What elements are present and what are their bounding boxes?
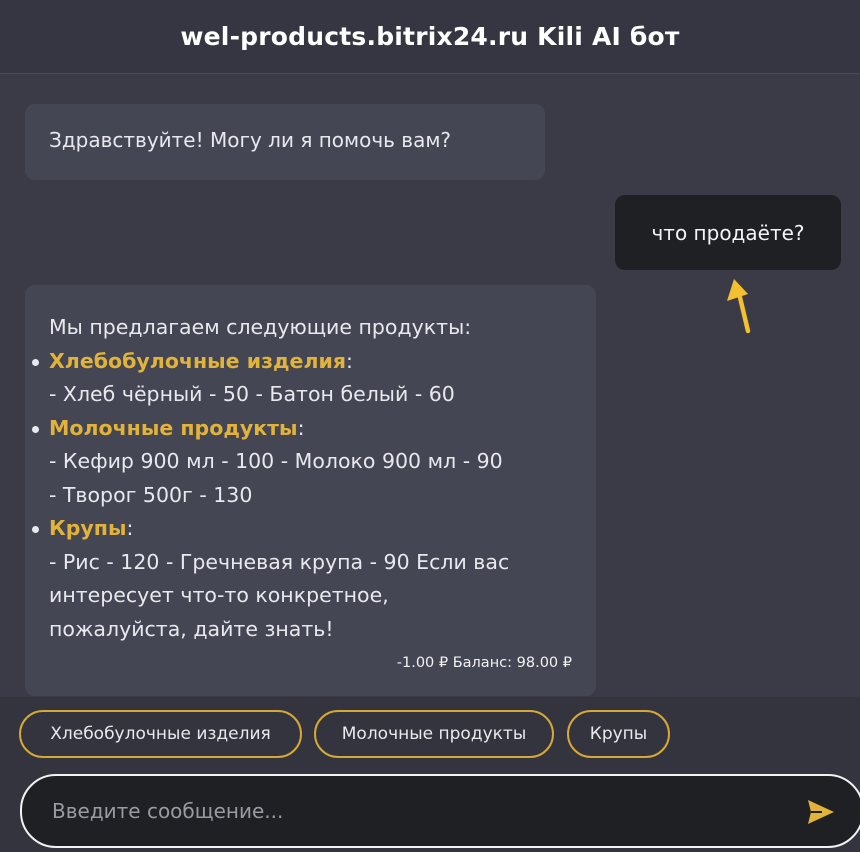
category-line: интересует что-то конкретное, (49, 583, 389, 607)
category-line: - Кефир 900 мл - 100 - Молоко 900 мл - 9… (49, 449, 503, 473)
message-composer (0, 767, 860, 852)
category-name: Крупы (49, 516, 127, 540)
category-line: - Рис - 120 - Гречневая крупа - 90 Если … (49, 549, 510, 574)
message-input[interactable] (52, 776, 752, 846)
category-name: Молочные продукты (49, 415, 298, 440)
quick-replies-bar: Хлебобулочные изделия Молочные продукты … (0, 697, 860, 767)
chat-history[interactable]: Здравствуйте! Могу ли я помочь вам? что … (0, 75, 860, 696)
bot-intro-text: Мы предлагаем следующие продукты: (49, 315, 472, 339)
quick-reply-bakery[interactable]: Хлебобулочные изделия (19, 710, 302, 758)
user-message: что продаёте? (615, 195, 841, 270)
category-line: - Хлеб чёрный - 50 - Батон белый - 60 (49, 382, 455, 406)
product-category-list: Хлебобулочные изделия: - Хлеб чёрный - 5… (32, 345, 572, 647)
user-message-text: что продаёте? (651, 220, 805, 245)
category-item-grains: Крупы: - Рис - 120 - Гречневая крупа - 9… (32, 512, 572, 646)
quick-reply-dairy[interactable]: Молочные продукты (314, 710, 554, 758)
send-button[interactable] (806, 798, 836, 826)
category-line: - Творог 500г - 130 (49, 482, 253, 507)
category-line: пожалуйста, дайте знать! (49, 616, 334, 641)
chat-header: wel-products.bitrix24.ru Kili AI бот (0, 0, 860, 74)
page-title: wel-products.bitrix24.ru Kili AI бот (180, 22, 680, 51)
message-input-container[interactable] (20, 774, 860, 848)
bot-products-message: Мы предлагаем следующие продукты: Хлебоб… (25, 285, 596, 696)
category-item-dairy: Молочные продукты: - Кефир 900 мл - 100 … (32, 412, 572, 513)
send-icon (808, 800, 834, 824)
quick-reply-grains[interactable]: Крупы (567, 710, 670, 758)
bot-greeting-message: Здравствуйте! Могу ли я помочь вам? (25, 104, 545, 180)
arrow-up-icon (727, 279, 751, 334)
category-name: Хлебобулочные изделия (49, 348, 346, 373)
category-item-bakery: Хлебобулочные изделия: - Хлеб чёрный - 5… (32, 345, 572, 412)
balance-info: -1.00 ₽ Баланс: 98.00 ₽ (396, 655, 572, 671)
